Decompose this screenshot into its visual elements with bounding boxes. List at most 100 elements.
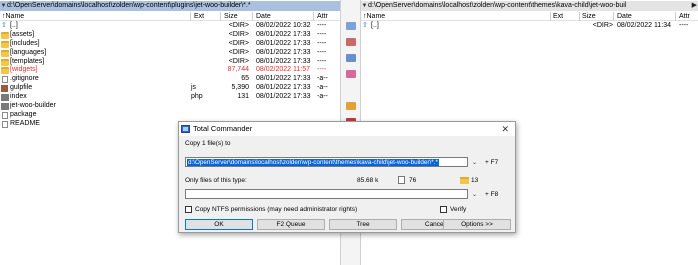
column-attr[interactable]: Attr: [679, 12, 690, 21]
pack-icon[interactable]: [346, 102, 356, 110]
column-ext[interactable]: Ext: [553, 12, 563, 21]
column-size[interactable]: Size: [224, 12, 238, 21]
close-icon[interactable]: ✕: [501, 122, 509, 136]
folder-icon: [1, 40, 9, 48]
file-attr: -a--: [317, 93, 328, 101]
f2-queue-button[interactable]: F2 Queue: [257, 219, 325, 230]
folder-icon: [1, 49, 9, 57]
up-icon: ⇧: [362, 22, 368, 29]
destination-value: d:\OpenServer\domains\localhost\zolden\w…: [187, 159, 439, 166]
file-size: <DIR>: [228, 22, 249, 29]
file-icon: [2, 76, 8, 84]
file-attr: ----: [317, 30, 327, 38]
file-row[interactable]: package: [0, 111, 340, 120]
filter-label: Only files of this type:: [185, 177, 247, 184]
file-icon: [2, 120, 8, 128]
file-row[interactable]: [languages] <DIR> 08/01/2022 17:33 ----: [0, 49, 340, 58]
column-date[interactable]: Date: [617, 12, 632, 21]
file-name: [..]: [371, 22, 379, 29]
file-name: [languages]: [10, 48, 47, 56]
path-scroll-right-icon[interactable]: ▶: [692, 1, 697, 11]
delete-icon[interactable]: [346, 70, 356, 78]
php-file-icon: [1, 103, 9, 111]
file-name: [templates]: [10, 57, 45, 65]
up-icon: ⇧: [1, 22, 7, 29]
right-file-list: ⇧ [..] <DIR> 08/02/2022 11:34 ----: [361, 22, 698, 31]
f8-hint[interactable]: + F8: [485, 191, 498, 198]
options-button[interactable]: Options >>: [443, 219, 511, 230]
drive-dropdown-icon[interactable]: ▼: [0, 1, 7, 11]
f7-hint[interactable]: + F7: [485, 159, 498, 166]
new-folder-icon[interactable]: [346, 54, 356, 62]
ntfs-permissions-checkbox[interactable]: [185, 206, 192, 213]
file-row[interactable]: [widgets] 87,744 08/02/2022 11:57 ----: [0, 66, 340, 75]
left-path-text: d:\OpenServer\domains\localhost\zolden\w…: [7, 2, 251, 9]
file-attr: ----: [679, 22, 689, 29]
file-name: package: [10, 110, 37, 118]
file-size: <DIR>: [592, 22, 613, 29]
copy-dialog: Total Commander ✕ Copy 1 file(s) to d:\O…: [178, 121, 516, 233]
file-type-filter-input[interactable]: [185, 189, 468, 199]
copy-icon[interactable]: [346, 22, 356, 30]
file-date: 08/02/2022 11:57: [256, 66, 310, 74]
file-size: 87,744: [227, 66, 249, 74]
file-date: 08/01/2022 17:33: [256, 39, 311, 47]
column-name[interactable]: ↑Name: [363, 12, 385, 21]
file-name: [includes]: [10, 39, 40, 47]
file-size: <DIR>: [228, 39, 249, 47]
destination-dropdown-icon[interactable]: ⌄: [472, 159, 477, 166]
file-date: 08/01/2022 17:33: [256, 48, 311, 56]
verify-checkbox[interactable]: [440, 206, 447, 213]
file-ext: js: [191, 84, 197, 92]
file-row[interactable]: .gitignore 65 08/01/2022 17:33 -a--: [0, 75, 340, 84]
column-ext[interactable]: Ext: [194, 12, 204, 21]
file-size: 131: [237, 93, 249, 101]
file-size: <DIR>: [228, 57, 249, 65]
dialog-titlebar[interactable]: Total Commander ✕: [179, 122, 515, 136]
column-size[interactable]: Size: [582, 12, 596, 21]
php-file-icon: [1, 94, 9, 102]
verify-label[interactable]: Verify: [450, 206, 466, 213]
file-name: gulpfile: [10, 84, 33, 92]
filter-dropdown-icon[interactable]: ⌄: [472, 191, 477, 198]
file-attr: ----: [317, 57, 327, 65]
column-name[interactable]: ↑Name: [2, 12, 24, 21]
file-name: [widgets]: [10, 66, 38, 74]
ntfs-permissions-label[interactable]: Copy NTFS permissions (may need administ…: [195, 206, 357, 213]
file-row[interactable]: ⇧ [..] <DIR> 08/02/2022 11:34 ----: [361, 22, 698, 31]
file-attr: ----: [317, 48, 327, 56]
file-name: index: [10, 93, 27, 101]
file-count-icon: [398, 176, 405, 184]
file-date: 08/01/2022 17:33: [256, 30, 311, 38]
file-row[interactable]: ⇧ [..] <DIR> 08/02/2022 10:32 ----: [0, 22, 340, 31]
folder-icon: [1, 58, 9, 66]
file-name: README: [10, 119, 40, 127]
file-ext: php: [191, 93, 203, 101]
destination-input[interactable]: d:\OpenServer\domains\localhost\zolden\w…: [185, 157, 468, 167]
file-row[interactable]: [assets] <DIR> 08/01/2022 17:33 ----: [0, 31, 340, 40]
file-row[interactable]: [includes] <DIR> 08/01/2022 17:33 ----: [0, 40, 340, 49]
file-row[interactable]: gulpfile js 5,390 08/01/2022 17:33 -a--: [0, 84, 340, 93]
file-row[interactable]: [templates] <DIR> 08/01/2022 17:33 ----: [0, 58, 340, 67]
drive-dropdown-icon[interactable]: ▼: [361, 1, 368, 11]
file-date: 08/01/2022 17:33: [256, 75, 311, 83]
ok-button[interactable]: OK: [185, 219, 253, 230]
file-name: [assets]: [10, 30, 35, 38]
left-path-bar[interactable]: ▼d:\OpenServer\domains\localhost\zolden\…: [0, 1, 340, 11]
file-date: 08/02/2022 11:34: [617, 22, 671, 29]
left-column-header: ↑Name Ext Size Date Attr: [0, 12, 340, 21]
file-row[interactable]: index php 131 08/01/2022 17:33 -a--: [0, 93, 340, 102]
file-size: <DIR>: [228, 48, 249, 56]
right-path-bar[interactable]: ▼d:\OpenServer\domains\localhost\zolden\…: [361, 1, 698, 11]
column-date[interactable]: Date: [256, 12, 271, 21]
file-name: [..]: [10, 22, 18, 29]
size-info: 85.68 k: [357, 177, 379, 184]
file-attr: ----: [317, 22, 327, 29]
file-date: 08/01/2022 17:33: [256, 84, 311, 92]
file-icon: [2, 111, 8, 119]
file-row[interactable]: jet-woo-builder: [0, 102, 340, 111]
column-attr[interactable]: Attr: [317, 12, 328, 21]
tree-button[interactable]: Tree: [329, 219, 397, 230]
move-icon[interactable]: [346, 38, 356, 46]
file-attr: ----: [317, 66, 327, 74]
